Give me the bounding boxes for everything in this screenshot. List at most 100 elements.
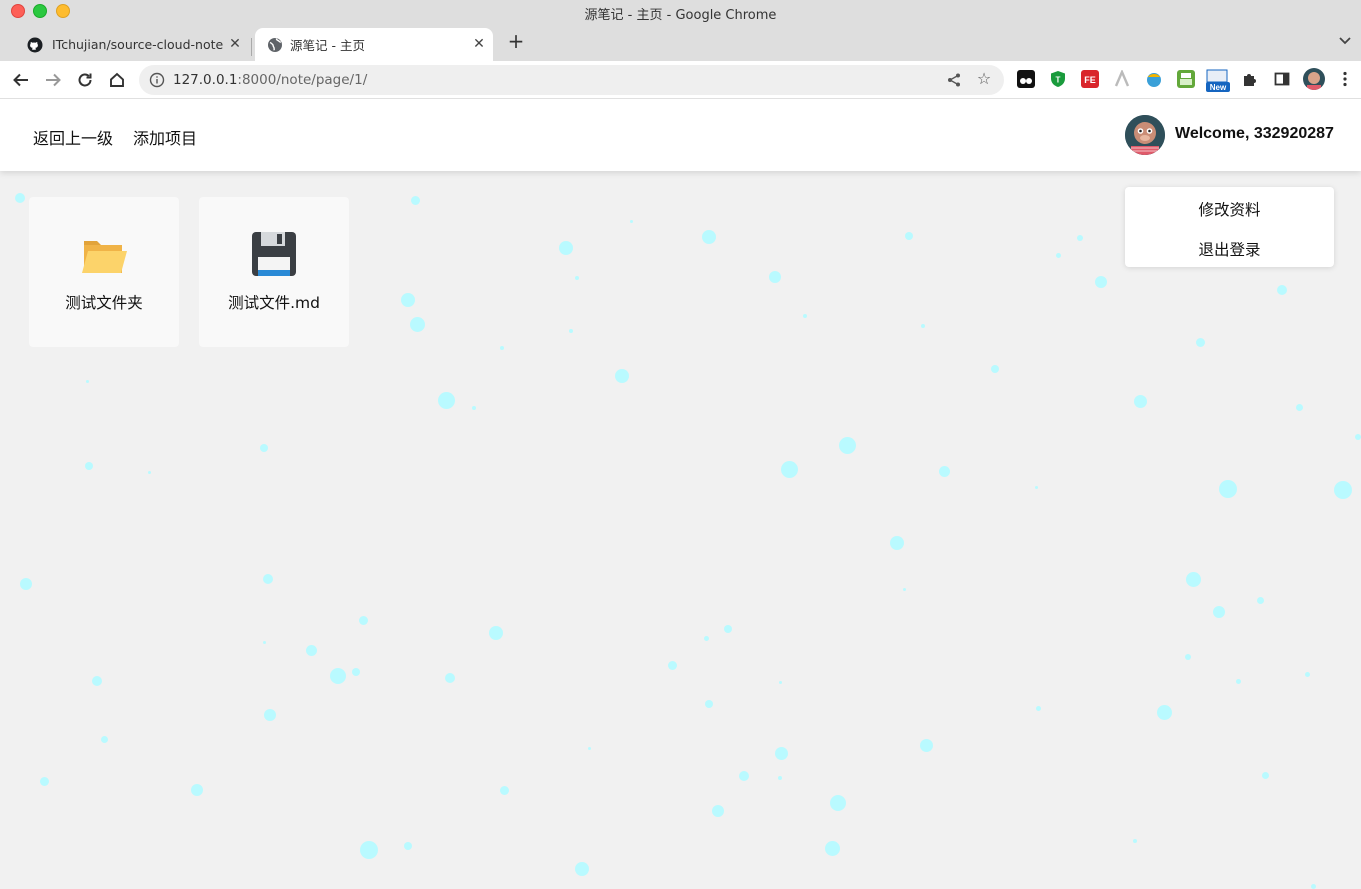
particle-dot bbox=[921, 324, 925, 328]
particle-dot bbox=[39, 776, 49, 786]
particle-dot bbox=[774, 746, 788, 760]
extension-printer-icon[interactable] bbox=[1177, 70, 1195, 88]
particle-dot bbox=[500, 346, 504, 350]
back-link[interactable]: 返回上一级 bbox=[33, 125, 113, 149]
globe-icon bbox=[268, 38, 282, 52]
particle-dot bbox=[1304, 671, 1310, 677]
particle-dot bbox=[587, 746, 591, 750]
file-card[interactable]: 测试文件.md bbox=[199, 197, 349, 347]
tab-close-icon[interactable]: ✕ bbox=[227, 36, 243, 52]
extensions-puzzle-icon[interactable] bbox=[1241, 70, 1259, 88]
particle-dot bbox=[778, 680, 782, 684]
particle-dot bbox=[1334, 481, 1352, 499]
particle-dot bbox=[305, 644, 317, 656]
particle-dot bbox=[358, 615, 368, 625]
particle-dot bbox=[330, 668, 346, 684]
particle-dot bbox=[409, 316, 425, 332]
particle-dot bbox=[1133, 394, 1147, 408]
url-path: :8000/note/page/1/ bbox=[237, 72, 368, 88]
particle-dot bbox=[905, 232, 913, 240]
particle-dot bbox=[1295, 403, 1303, 411]
address-bar[interactable]: 127.0.0.1:8000/note/page/1/ ☆ bbox=[139, 65, 1004, 95]
side-panel-icon[interactable] bbox=[1273, 70, 1291, 88]
particle-dot bbox=[262, 640, 266, 644]
particle-dot bbox=[780, 460, 798, 478]
particle-dot bbox=[445, 673, 455, 683]
particle-dot bbox=[489, 626, 503, 640]
item-name: 测试文件夹 bbox=[65, 294, 143, 312]
tab-label: 源笔记 - 主页 bbox=[290, 38, 365, 53]
particle-dot bbox=[1219, 480, 1237, 498]
reload-icon[interactable] bbox=[73, 68, 97, 92]
particle-dot bbox=[705, 700, 713, 708]
extension-new-badge-icon[interactable]: New bbox=[1206, 69, 1230, 93]
particle-dot bbox=[838, 436, 856, 454]
particle-dot bbox=[703, 635, 709, 641]
url-text: 127.0.0.1:8000/note/page/1/ bbox=[173, 72, 367, 88]
particle-dot bbox=[1133, 839, 1137, 843]
share-icon[interactable] bbox=[946, 72, 962, 88]
item-name: 测试文件.md bbox=[228, 294, 320, 312]
tab-github[interactable]: ITchujian/source-cloud-note ✕ bbox=[27, 28, 249, 61]
home-icon[interactable] bbox=[105, 68, 129, 92]
particle-dot bbox=[919, 738, 933, 752]
particle-dot bbox=[769, 271, 781, 283]
new-tab-plus-icon[interactable]: + bbox=[505, 31, 527, 53]
browser-menu-icon[interactable] bbox=[1336, 70, 1354, 88]
window-titlebar: 源笔记 - 主页 - Google Chrome bbox=[0, 0, 1361, 25]
particle-dot bbox=[360, 841, 378, 859]
user-avatar[interactable] bbox=[1125, 115, 1165, 155]
bookmark-star-icon[interactable]: ☆ bbox=[974, 69, 994, 89]
top-navbar: 返回上一级 添加项目 Welcome, 332920287 bbox=[0, 99, 1361, 171]
particle-dot bbox=[890, 536, 904, 550]
open-folder-icon bbox=[82, 241, 127, 273]
particle-dot bbox=[100, 735, 108, 743]
user-dropdown-menu: 修改资料 退出登录 bbox=[1125, 187, 1334, 267]
particle-dot bbox=[803, 314, 807, 318]
particle-dot bbox=[1235, 678, 1241, 684]
folder-card[interactable]: 测试文件夹 bbox=[29, 197, 179, 347]
particle-dot bbox=[1261, 771, 1269, 779]
back-arrow-icon[interactable] bbox=[9, 68, 33, 92]
particle-dot bbox=[1035, 705, 1041, 711]
profile-avatar-icon[interactable] bbox=[1303, 68, 1325, 90]
particle-dot bbox=[147, 470, 151, 474]
particle-dot bbox=[712, 805, 724, 817]
logout-menu-item[interactable]: 退出登录 bbox=[1125, 238, 1334, 260]
particle-dot bbox=[401, 293, 415, 307]
welcome-text: Welcome, 332920287 bbox=[1175, 125, 1334, 142]
particle-dot bbox=[938, 465, 950, 477]
particle-dot bbox=[575, 276, 579, 280]
particle-dot bbox=[264, 709, 276, 721]
edit-profile-menu-item[interactable]: 修改资料 bbox=[1125, 198, 1334, 220]
extension-shield-icon[interactable]: T bbox=[1049, 70, 1067, 88]
site-info-icon[interactable] bbox=[149, 72, 165, 88]
particle-dot bbox=[1355, 434, 1361, 440]
extension-fe-icon[interactable]: FE bbox=[1081, 70, 1099, 88]
particle-dot bbox=[191, 784, 203, 796]
particle-dot bbox=[1185, 654, 1191, 660]
particle-dot bbox=[499, 785, 509, 795]
particle-dot bbox=[569, 329, 573, 333]
floppy-disk-icon bbox=[252, 232, 296, 276]
particle-dot bbox=[559, 241, 573, 255]
browser-toolbar: 127.0.0.1:8000/note/page/1/ ☆ T FE New bbox=[0, 61, 1361, 99]
particle-dot bbox=[1195, 337, 1205, 347]
particle-dot bbox=[1185, 571, 1201, 587]
forward-arrow-icon[interactable] bbox=[41, 68, 65, 92]
extension-fish-icon[interactable] bbox=[1145, 70, 1163, 88]
tab-close-icon[interactable]: ✕ bbox=[471, 36, 487, 52]
tab-search-chevron-icon[interactable] bbox=[1337, 33, 1353, 49]
particle-dot bbox=[575, 862, 589, 876]
extension-tampermonkey-icon[interactable] bbox=[1017, 70, 1035, 88]
particle-dot bbox=[404, 842, 412, 850]
particle-dot bbox=[824, 840, 840, 856]
page-content: 返回上一级 添加项目 Welcome, 332920287 修改资料 退出登录 … bbox=[0, 99, 1361, 889]
add-item-link[interactable]: 添加项目 bbox=[133, 125, 197, 149]
particle-dot bbox=[739, 771, 749, 781]
particle-dot bbox=[778, 776, 782, 780]
new-badge-label: New bbox=[1210, 83, 1227, 92]
particle-dot bbox=[263, 574, 273, 584]
extension-vector-icon[interactable] bbox=[1113, 68, 1131, 88]
tab-source-note[interactable]: 源笔记 - 主页 ✕ bbox=[255, 28, 493, 61]
